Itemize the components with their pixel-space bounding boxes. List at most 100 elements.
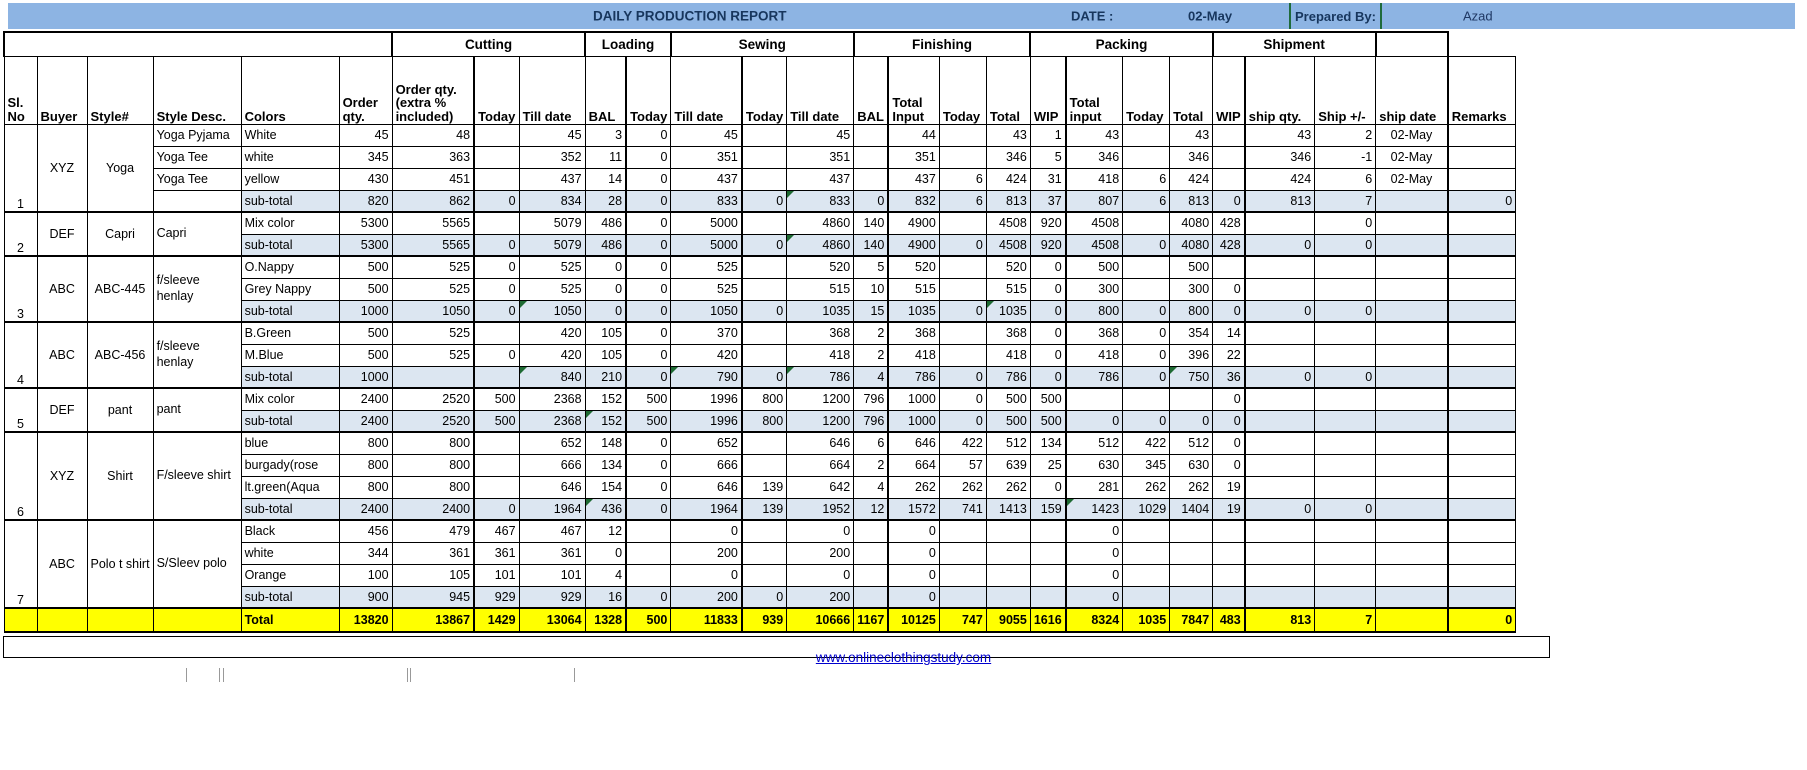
cell-remarks[interactable] — [1446, 343, 1517, 367]
footer-link[interactable]: www.onlineclothingstudy.com — [0, 650, 1807, 665]
cell-ship-qty[interactable] — [1243, 255, 1316, 279]
cell-till-date[interactable]: 929 — [518, 585, 586, 609]
cell-till-date[interactable]: 2368 — [518, 409, 586, 433]
cell-wip[interactable] — [1029, 541, 1067, 565]
cell-order-qty[interactable]: 100 — [338, 563, 393, 587]
cell-ship-qty[interactable] — [1243, 409, 1316, 433]
cell-color[interactable]: Grey Nappy — [240, 277, 340, 301]
cell-ship-qty[interactable]: 346 — [1243, 145, 1316, 169]
cell-order-qty-extra-included[interactable]: 2400 — [391, 497, 475, 521]
cell-till-date[interactable]: 420 — [518, 343, 586, 367]
cell-ship[interactable] — [1314, 277, 1377, 301]
cell-today[interactable] — [625, 541, 672, 565]
cell-today[interactable]: 929 — [473, 585, 520, 609]
cell-total-input[interactable]: 1000 — [887, 409, 940, 433]
cell-till-date[interactable]: 786 — [786, 365, 855, 389]
cell-wip[interactable]: 0 — [1029, 255, 1067, 279]
cell-till-date[interactable]: 45 — [786, 123, 855, 147]
cell-till-date[interactable]: 646 — [786, 431, 855, 455]
cell-today[interactable] — [740, 123, 788, 147]
cell-total-input[interactable]: 281 — [1064, 475, 1124, 499]
cell-total[interactable] — [1169, 519, 1214, 543]
cell-total[interactable]: 0 — [1169, 409, 1214, 433]
cell-ship-date[interactable]: 02-May — [1375, 145, 1449, 169]
cell-today[interactable]: 0 — [625, 233, 672, 257]
cell-total[interactable]: 512 — [1169, 431, 1214, 455]
cell-style-desc[interactable]: Yoga Tee — [152, 167, 242, 191]
cell-today[interactable]: 0 — [740, 233, 788, 257]
cell-bal[interactable]: 140 — [853, 211, 889, 235]
cell-today[interactable] — [1122, 585, 1171, 609]
cell-wip[interactable]: 500 — [1029, 409, 1067, 433]
cell-buyer[interactable]: ABC — [36, 519, 88, 609]
cell-till-date[interactable]: 420 — [518, 321, 586, 345]
cell-today[interactable]: 0 — [473, 233, 520, 257]
cell-bal[interactable]: 796 — [853, 387, 889, 411]
cell-bal[interactable]: 0 — [584, 277, 627, 301]
cell-color[interactable]: burgady(rose — [240, 453, 340, 477]
cell-today[interactable] — [473, 145, 520, 169]
cell-total[interactable] — [1169, 541, 1214, 565]
cell-buyer[interactable]: DEF — [36, 211, 88, 257]
cell-ship-qty[interactable] — [1243, 387, 1316, 411]
cell-order-qty[interactable]: 2400 — [338, 409, 393, 433]
cell-till-date[interactable]: 1952 — [786, 497, 855, 521]
cell-order-qty[interactable]: 2400 — [338, 387, 393, 411]
cell-ship[interactable]: 6 — [1314, 167, 1377, 191]
cell-today[interactable] — [1122, 519, 1171, 543]
cell-wip[interactable] — [1212, 585, 1246, 609]
cell-ship-date[interactable]: 02-May — [1375, 123, 1449, 147]
cell-remarks[interactable] — [1446, 365, 1517, 389]
cell-ship[interactable]: 0 — [1314, 299, 1377, 323]
cell-total-input[interactable]: 4508 — [1064, 233, 1124, 257]
cell-total-input[interactable]: 437 — [887, 167, 940, 191]
cell-color[interactable]: Orange — [240, 563, 340, 587]
cell-total[interactable]: 520 — [985, 255, 1031, 279]
cell-ship-qty[interactable] — [1243, 453, 1316, 477]
cell-today[interactable]: 0 — [740, 585, 788, 609]
cell-today[interactable]: 0 — [938, 233, 987, 257]
cell-ship[interactable] — [1314, 475, 1377, 499]
cell-ship[interactable] — [1314, 409, 1377, 433]
cell-ship-date[interactable] — [1375, 189, 1449, 213]
cell-today[interactable] — [625, 563, 672, 587]
cell-wip[interactable]: 0 — [1212, 299, 1246, 323]
cell-till-date[interactable]: 200 — [786, 585, 855, 609]
cell-sl-no[interactable]: 4 — [3, 321, 38, 389]
cell-today[interactable]: 0 — [473, 277, 520, 301]
cell-till-date[interactable]: 1050 — [670, 299, 743, 323]
cell-order-qty[interactable]: 900 — [338, 585, 393, 609]
cell-ship[interactable] — [1314, 255, 1377, 279]
cell-style-desc[interactable] — [152, 189, 242, 213]
cell-ship-qty[interactable] — [1243, 585, 1316, 609]
cell-bal[interactable]: 152 — [584, 409, 627, 433]
cell-till-date[interactable]: 351 — [786, 145, 855, 169]
cell-today[interactable]: 1029 — [1122, 497, 1171, 521]
cell-total-input[interactable]: 4900 — [887, 211, 940, 235]
cell-today[interactable] — [740, 453, 788, 477]
cell-till-date[interactable]: 646 — [518, 475, 586, 499]
cell-till-date[interactable]: 361 — [518, 541, 586, 565]
cell-ship[interactable]: 0 — [1314, 365, 1377, 389]
prepared-by-value[interactable]: Azad — [1463, 9, 1493, 24]
cell-ship-qty[interactable] — [1243, 475, 1316, 499]
cell-ship[interactable] — [1314, 585, 1377, 609]
cell-today[interactable] — [740, 541, 788, 565]
cell-total-input[interactable]: 351 — [887, 145, 940, 169]
cell-today[interactable] — [740, 431, 788, 455]
cell-remarks[interactable] — [1446, 167, 1517, 191]
cell-total-input[interactable]: 418 — [1064, 343, 1124, 367]
cell-total-input[interactable]: 0 — [887, 585, 940, 609]
cell-color[interactable]: O.Nappy — [240, 255, 340, 279]
cell-till-date[interactable]: 420 — [670, 343, 743, 367]
cell-order-qty[interactable]: 1000 — [338, 365, 393, 389]
cell-total[interactable]: 630 — [1169, 453, 1214, 477]
cell-bal[interactable]: 105 — [584, 343, 627, 367]
cell-ship[interactable] — [1314, 453, 1377, 477]
cell-today[interactable]: 500 — [473, 387, 520, 411]
cell-total-input[interactable]: 832 — [887, 189, 940, 213]
cell-bal[interactable] — [853, 145, 889, 169]
cell-remarks[interactable] — [1446, 387, 1517, 411]
cell-order-qty[interactable]: 500 — [338, 321, 393, 345]
cell-till-date[interactable]: 520 — [786, 255, 855, 279]
